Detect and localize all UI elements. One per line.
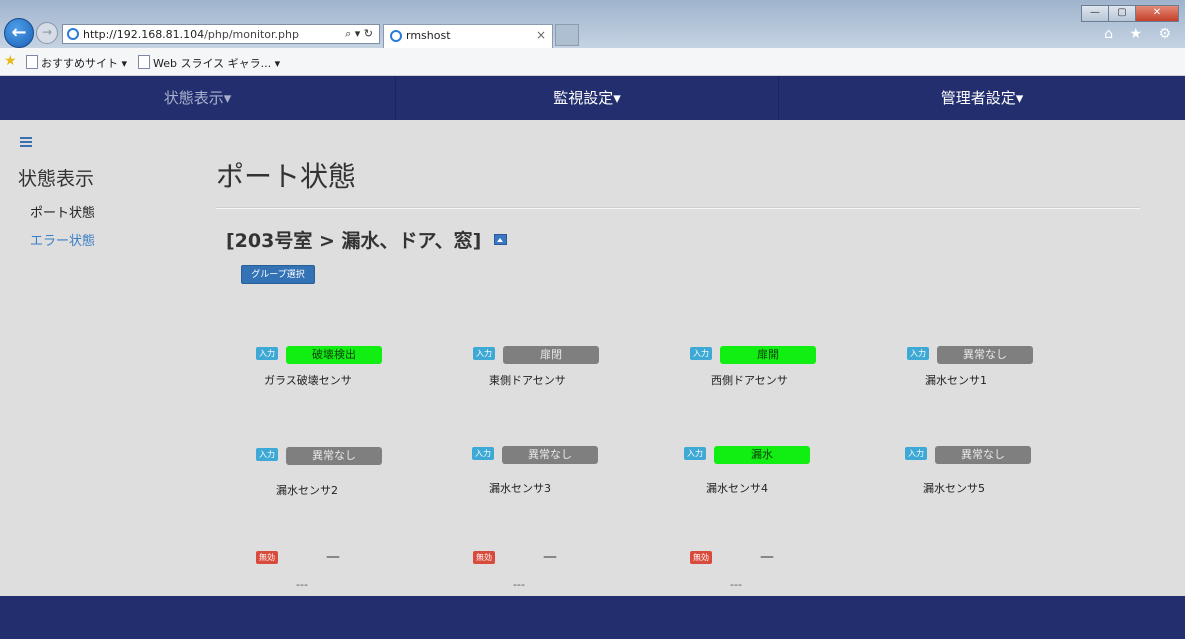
input-badge: 入力 [907, 347, 929, 360]
page-title: ポート状態 [216, 160, 357, 193]
sidebar-item-error-status[interactable]: エラー状態 [30, 230, 95, 249]
port-name: 漏水センサ2 [276, 484, 338, 497]
port-status: 漏水 [714, 446, 810, 464]
ie-icon [67, 28, 79, 40]
address-controls[interactable]: ⌕ ▾ ↻ [345, 27, 373, 41]
tab-close-icon[interactable]: × [536, 28, 546, 42]
tab-title: rmshost [406, 29, 451, 42]
port-status: 異常なし [286, 447, 382, 465]
port-card: 入力 異常なし 漏水センサ1 [907, 346, 1107, 406]
favorite-label: おすすめサイト ▾ [41, 57, 128, 70]
input-badge: 入力 [472, 447, 494, 460]
favorite-label: Web スライス ギャラ... ▾ [153, 57, 281, 70]
port-card: 入力 異常なし 漏水センサ3 [472, 446, 672, 506]
port-status: 扉閉 [503, 346, 599, 364]
port-card: 入力 破壊検出 ガラス破壊センサ [256, 346, 456, 406]
input-badge: 入力 [684, 447, 706, 460]
toolbar-icons[interactable]: ⌂ ★ ⚙ [1104, 26, 1177, 42]
input-badge: 入力 [905, 447, 927, 460]
port-name: 西側ドアセンサ [711, 374, 788, 387]
port-name: --- [296, 578, 308, 591]
port-card: 入力 扉閉 東側ドアセンサ [473, 346, 673, 406]
port-card: 入力 異常なし 漏水センサ2 [256, 447, 456, 507]
back-button[interactable]: ← [4, 18, 34, 48]
port-name: 漏水センサ1 [925, 374, 987, 387]
sidebar-item-port-status[interactable]: ポート状態 [30, 202, 95, 221]
page-icon [138, 55, 150, 69]
browser-titlebar: ← → http://192.168.81.104/php/monitor.ph… [0, 0, 1185, 48]
disabled-badge: 無効 [256, 551, 278, 564]
group-select-button[interactable]: グループ選択 [241, 265, 315, 284]
input-badge: 入力 [256, 347, 278, 360]
address-host: http://192.168.81.104 [83, 28, 205, 41]
port-card: 入力 扉開 西側ドアセンサ [690, 346, 890, 406]
port-name: 漏水センサ4 [706, 482, 768, 495]
address-text: http://192.168.81.104/php/monitor.php [83, 28, 299, 41]
port-status: 異常なし [937, 346, 1033, 364]
address-path: /php/monitor.php [204, 28, 299, 41]
port-name: --- [513, 578, 525, 591]
port-card: 入力 異常なし 漏水センサ5 [905, 446, 1105, 506]
port-name: ガラス破壊センサ [264, 374, 352, 387]
nav-monitor-settings[interactable]: 監視設定▾ [396, 76, 778, 120]
port-name: --- [730, 578, 742, 591]
input-badge: 入力 [690, 347, 712, 360]
input-badge: 入力 [256, 448, 278, 461]
port-status: 扉開 [720, 346, 816, 364]
sidebar-title: 状態表示 [18, 168, 95, 190]
port-status: 破壊検出 [286, 346, 382, 364]
close-button[interactable]: ✕ [1135, 5, 1179, 22]
port-status: — [760, 549, 774, 565]
nav-status-display[interactable]: 状態表示▾ [0, 76, 395, 120]
ie-icon [390, 30, 402, 42]
page-icon [26, 55, 38, 69]
browser-tab[interactable]: rmshost × [383, 24, 553, 48]
footer-bar [0, 596, 1185, 639]
group-title: [203号室 > 漏水、ドア、窓] [226, 230, 482, 252]
address-bar[interactable]: http://192.168.81.104/php/monitor.php ⌕ … [62, 24, 380, 44]
port-status: 異常なし [935, 446, 1031, 464]
port-status: 異常なし [502, 446, 598, 464]
divider [216, 207, 1140, 209]
new-tab-button[interactable] [555, 24, 579, 46]
port-status: — [326, 549, 340, 565]
maximize-button[interactable]: ▢ [1108, 5, 1136, 22]
port-name: 東側ドアセンサ [489, 374, 566, 387]
favorites-star-icon[interactable]: ★ [4, 53, 17, 69]
nav-admin-settings[interactable]: 管理者設定▾ [779, 76, 1185, 120]
disabled-badge: 無効 [473, 551, 495, 564]
disabled-badge: 無効 [690, 551, 712, 564]
port-card: 入力 漏水 漏水センサ4 [684, 446, 884, 506]
forward-button[interactable]: → [36, 22, 58, 44]
window-controls: — ▢ ✕ [1081, 0, 1179, 22]
minimize-button[interactable]: — [1081, 5, 1109, 22]
top-navbar: 状態表示▾ 監視設定▾ 管理者設定▾ [0, 76, 1185, 120]
list-icon[interactable] [20, 137, 32, 149]
favorite-link-recommended[interactable]: おすすめサイト ▾ [26, 55, 127, 71]
input-badge: 入力 [473, 347, 495, 360]
favorites-bar: ★ おすすめサイト ▾ Web スライス ギャラ... ▾ [0, 48, 1185, 76]
favorite-link-webslice[interactable]: Web スライス ギャラ... ▾ [138, 55, 280, 71]
port-name: 漏水センサ3 [489, 482, 551, 495]
image-icon[interactable] [494, 234, 507, 245]
port-name: 漏水センサ5 [923, 482, 985, 495]
port-status: — [543, 549, 557, 565]
